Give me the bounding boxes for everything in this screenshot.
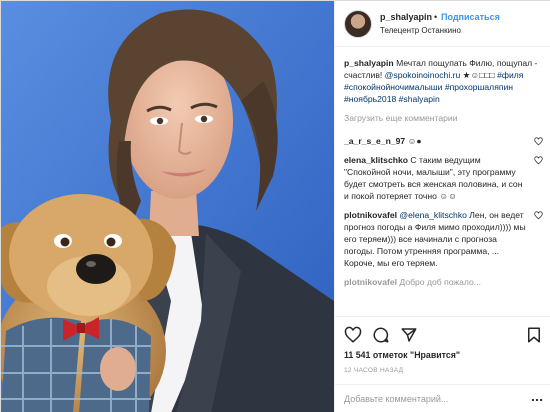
caption: p_shalyapin Мечтал пощупать Филю, пощупа…	[344, 57, 543, 105]
bookmark-icon[interactable]	[525, 326, 543, 344]
likes-count[interactable]: 11 541 отметок "Нравится"	[344, 350, 460, 360]
caption-username[interactable]: p_shalyapin	[344, 58, 394, 68]
heart-icon[interactable]	[344, 326, 362, 344]
comment-icon[interactable]	[372, 326, 390, 344]
add-comment-bar	[335, 384, 550, 412]
avatar[interactable]	[344, 10, 372, 38]
caption-mention[interactable]: @spokoinoinochi.ru	[385, 70, 461, 80]
comment-item: plotnikovafel @elena_klitschko Лен, он в…	[344, 209, 543, 269]
share-icon[interactable]	[400, 326, 418, 344]
post-timestamp[interactable]: 12 ЧАСОВ НАЗАД	[344, 367, 403, 374]
add-comment-input[interactable]	[344, 394, 514, 404]
caption-emoji: ★☺□□□	[462, 70, 495, 80]
post-header: p_shalyapin • Подписаться Телецентр Оста…	[335, 1, 550, 47]
comment-username[interactable]: _a_r_s_e_n_97	[344, 136, 405, 146]
comment-like-heart-icon[interactable]	[534, 156, 543, 165]
location-link[interactable]: Телецентр Останкино	[380, 26, 461, 35]
comment-like-heart-icon[interactable]	[534, 211, 543, 220]
ellipsis-icon[interactable]	[530, 393, 544, 407]
comment-text: ☺●	[405, 136, 422, 146]
comment-item: _a_r_s_e_n_97 ☺●	[344, 135, 543, 147]
header-username[interactable]: p_shalyapin	[380, 12, 432, 22]
header-separator: •	[434, 12, 438, 22]
instagram-post: p_shalyapin • Подписаться Телецентр Оста…	[0, 0, 550, 412]
action-bar	[335, 316, 550, 350]
post-photo-illustration	[1, 1, 334, 412]
follow-button[interactable]: Подписаться	[441, 12, 500, 22]
comment-text: Добро доб пожало...	[397, 277, 481, 287]
comments-area[interactable]: p_shalyapin Мечтал пощупать Филю, пощупа…	[335, 47, 550, 316]
comment-username[interactable]: plotnikovafel	[344, 277, 397, 287]
comment-item: plotnikovafel Добро доб пожало...	[344, 276, 543, 288]
comment-mention[interactable]: @elena_klitschko	[399, 210, 466, 220]
comment-like-heart-icon[interactable]	[534, 137, 543, 146]
comment-item: elena_klitschko С таким ведущим "Спокойн…	[344, 154, 543, 202]
comment-username[interactable]: elena_klitschko	[344, 155, 408, 165]
post-sidebar: p_shalyapin • Подписаться Телецентр Оста…	[334, 1, 550, 412]
load-more-comments-button[interactable]: Загрузить еще комментарии	[344, 113, 543, 123]
comment-username[interactable]: plotnikovafel	[344, 210, 397, 220]
post-photo[interactable]	[1, 1, 334, 412]
